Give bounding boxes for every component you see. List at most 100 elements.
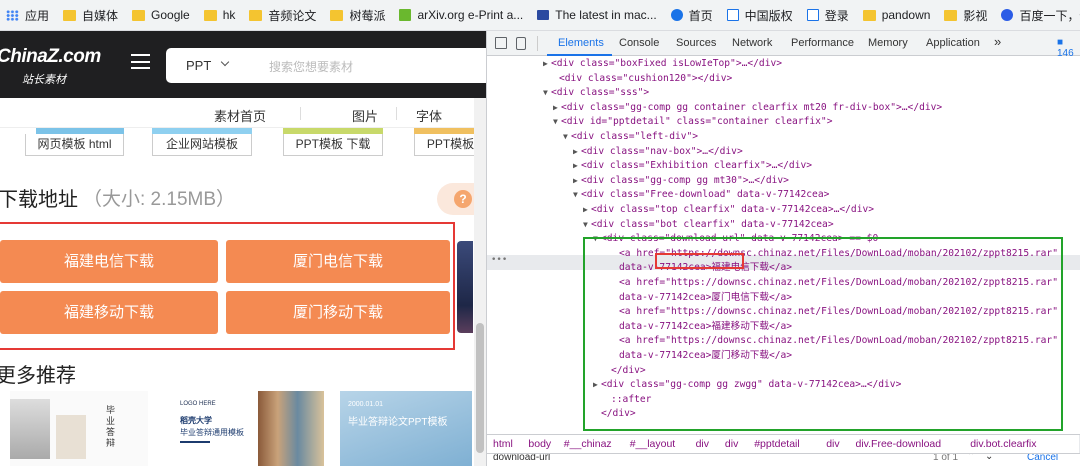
bookmark-item[interactable]: 百度一下，你就知道 <box>1001 7 1080 24</box>
nav-divider <box>396 107 397 120</box>
expand-toggle-icon[interactable]: ▶ <box>573 174 581 189</box>
tab-network[interactable]: Network <box>732 37 772 49</box>
bookmark-label: 登录 <box>824 8 849 23</box>
dom-node-line[interactable]: ▶ <div class="gg-comp gg mt30">…</div> <box>573 174 789 189</box>
dom-node-text: <div class="Exhibition clearfix">…</div> <box>581 160 813 172</box>
search-input[interactable]: 搜索您想要素材 <box>269 58 353 75</box>
site-logo[interactable]: ChinaZ.com <box>0 46 101 68</box>
recommend-thumb-4[interactable]: 2000.01.01 毕业答辩论文PPT模板 <box>340 391 472 466</box>
scrollbar-thumb[interactable] <box>476 323 484 453</box>
dom-node-line[interactable]: ▼ <div class="Free-download" data-v-77142… <box>573 188 829 203</box>
dom-node-line[interactable]: ▼ <div class="left-div"> <box>563 130 698 145</box>
breadcrumb-item[interactable]: div <box>696 438 709 450</box>
bookmark-item[interactable]: pandown <box>862 8 930 22</box>
bookmark-item[interactable]: 影视 <box>944 7 987 24</box>
bookmark-item[interactable]: 自媒体 <box>63 7 118 24</box>
find-input[interactable]: download-url <box>493 454 550 463</box>
red-highlight-box <box>0 222 455 350</box>
bookmark-item[interactable]: 中国版权 <box>726 7 793 24</box>
bookmark-item[interactable]: 树莓派 <box>330 7 385 24</box>
more-actions-icon[interactable]: ••• <box>491 255 507 265</box>
breadcrumb-item[interactable]: div.Free-download <box>856 438 942 450</box>
green-icon <box>399 9 412 21</box>
thumb-logo: LOGO HERE <box>180 401 216 407</box>
breadcrumb-item[interactable]: #pptdetail <box>754 438 800 450</box>
recommend-thumb-2[interactable]: LOGO HERE 稻壳大学 毕业答辩通用模板 <box>168 391 256 466</box>
tab-sources[interactable]: Sources <box>676 37 716 49</box>
breadcrumb-item[interactable]: html <box>493 438 513 450</box>
page-scrollbar[interactable] <box>474 98 486 466</box>
expand-toggle-icon[interactable]: ▼ <box>583 218 591 233</box>
bookmark-item[interactable]: 应用 <box>6 7 49 24</box>
expand-toggle-icon[interactable]: ▶ <box>543 57 551 72</box>
dom-node-line[interactable]: ▶ <div class="gg-comp gg container clearf… <box>553 101 942 116</box>
dom-node-line[interactable]: ▶ <div class="top clearfix" data-v-77142c… <box>583 203 874 218</box>
template-link-ppt[interactable]: PPT模板 下载 <box>283 134 383 156</box>
menu-icon[interactable] <box>131 54 150 69</box>
website-viewport: ChinaZ.com 站长素材 PPT 搜索您想要素材 素材首页 图片 字体 网… <box>0 31 486 466</box>
tab-elements[interactable]: Elements <box>558 37 604 49</box>
template-link-web[interactable]: 网页模板 html <box>25 134 124 156</box>
thumb-photo <box>56 415 86 459</box>
template-categories: 网页模板 html 企业网站模板 PPT模板 下载 PPT模板 <box>0 128 486 158</box>
dom-node-line[interactable]: ▶ <div class="boxFixed isLowIeTop">…</div… <box>543 57 782 72</box>
expand-toggle-icon[interactable]: ▼ <box>563 130 571 145</box>
blue-icon <box>670 9 683 21</box>
more-recommendations-title: 更多推荐 <box>0 365 76 387</box>
expand-toggle-icon[interactable]: ▼ <box>543 86 551 101</box>
template-link-enterprise[interactable]: 企业网站模板 <box>152 134 252 156</box>
breadcrumb-item[interactable]: div.bot.clearfix <box>970 438 1036 450</box>
bookmark-item[interactable]: Google <box>132 8 190 22</box>
dom-node-line[interactable]: <div class="cushion120"></div> <box>551 72 732 87</box>
expand-toggle-icon[interactable]: ▶ <box>573 145 581 160</box>
breadcrumb-item[interactable]: #__chinaz <box>564 438 612 450</box>
bookmark-item[interactable]: arXiv.org e-Print a... <box>399 8 523 22</box>
expand-toggle-icon[interactable]: ▶ <box>573 159 581 174</box>
dom-node-line[interactable]: ▼ <div id="pptdetail" class="container cl… <box>553 115 832 130</box>
tab-performance[interactable]: Performance <box>791 37 854 49</box>
tab-memory[interactable]: Memory <box>868 37 908 49</box>
find-prev-icon[interactable]: ⌃ <box>967 454 975 462</box>
site-nav: 素材首页 图片 字体 <box>0 98 486 128</box>
nav-item-fonts[interactable]: 字体 <box>416 106 442 125</box>
breadcrumb-item[interactable]: #__layout <box>630 438 676 450</box>
side-banner-image[interactable] <box>457 241 473 333</box>
search-category-select[interactable]: PPT <box>186 58 211 73</box>
dom-node-text: <div class="top clearfix" data-v-77142ce… <box>591 204 875 215</box>
expand-toggle-icon[interactable]: ▶ <box>583 203 591 218</box>
expand-toggle-icon[interactable]: ▶ <box>553 101 561 116</box>
find-cancel-button[interactable]: Cancel <box>1027 454 1058 463</box>
more-tabs-icon[interactable]: » <box>994 34 1001 49</box>
nav-item-images[interactable]: 图片 <box>352 106 378 125</box>
breadcrumb-item[interactable]: div <box>826 438 839 450</box>
bookmark-item[interactable]: 登录 <box>806 7 849 24</box>
dom-node-line[interactable]: ▼ <div class="bot clearfix" data-v-77142c… <box>583 218 834 233</box>
dom-node-line[interactable]: ▶ <div class="nav-box">…</div> <box>573 145 743 160</box>
breadcrumb-item[interactable]: body <box>528 438 551 450</box>
dom-node-text: <div class="Free-download" data-v-77142c… <box>581 189 830 201</box>
find-next-icon[interactable]: ⌄ <box>985 454 993 462</box>
device-toolbar-icon[interactable] <box>516 37 526 50</box>
bookmark-item[interactable]: 音频论文 <box>249 7 316 24</box>
dom-node-line[interactable]: ▼ <div class="sss"> <box>543 86 649 101</box>
site-logo-subtitle: 站长素材 <box>22 74 66 86</box>
tab-console[interactable]: Console <box>619 37 659 49</box>
nav-item-home[interactable]: 素材首页 <box>214 106 266 125</box>
bookmark-label: 首页 <box>688 8 713 23</box>
tab-application[interactable]: Application <box>926 37 980 49</box>
search-box[interactable]: PPT 搜索您想要素材 <box>166 48 486 83</box>
bookmark-item[interactable]: 首页 <box>670 7 713 24</box>
dom-node-line[interactable]: ▶ <div class="Exhibition clearfix">…</div… <box>573 159 812 174</box>
bookmark-label: arXiv.org e-Print a... <box>417 8 524 22</box>
folder-icon <box>862 9 876 21</box>
folder-icon <box>203 9 217 21</box>
expand-toggle-icon[interactable]: ▼ <box>553 115 561 130</box>
toolbar-divider <box>537 36 538 51</box>
bookmark-item[interactable]: The latest in mac... <box>537 8 657 22</box>
recommend-thumb-1[interactable]: 毕业答辩 <box>10 391 148 466</box>
recommend-thumb-3[interactable] <box>258 391 324 466</box>
bookmark-item[interactable]: hk <box>203 8 235 22</box>
inspect-icon[interactable] <box>495 37 507 49</box>
expand-toggle-icon[interactable]: ▼ <box>573 188 581 203</box>
breadcrumb-item[interactable]: div <box>725 438 738 450</box>
